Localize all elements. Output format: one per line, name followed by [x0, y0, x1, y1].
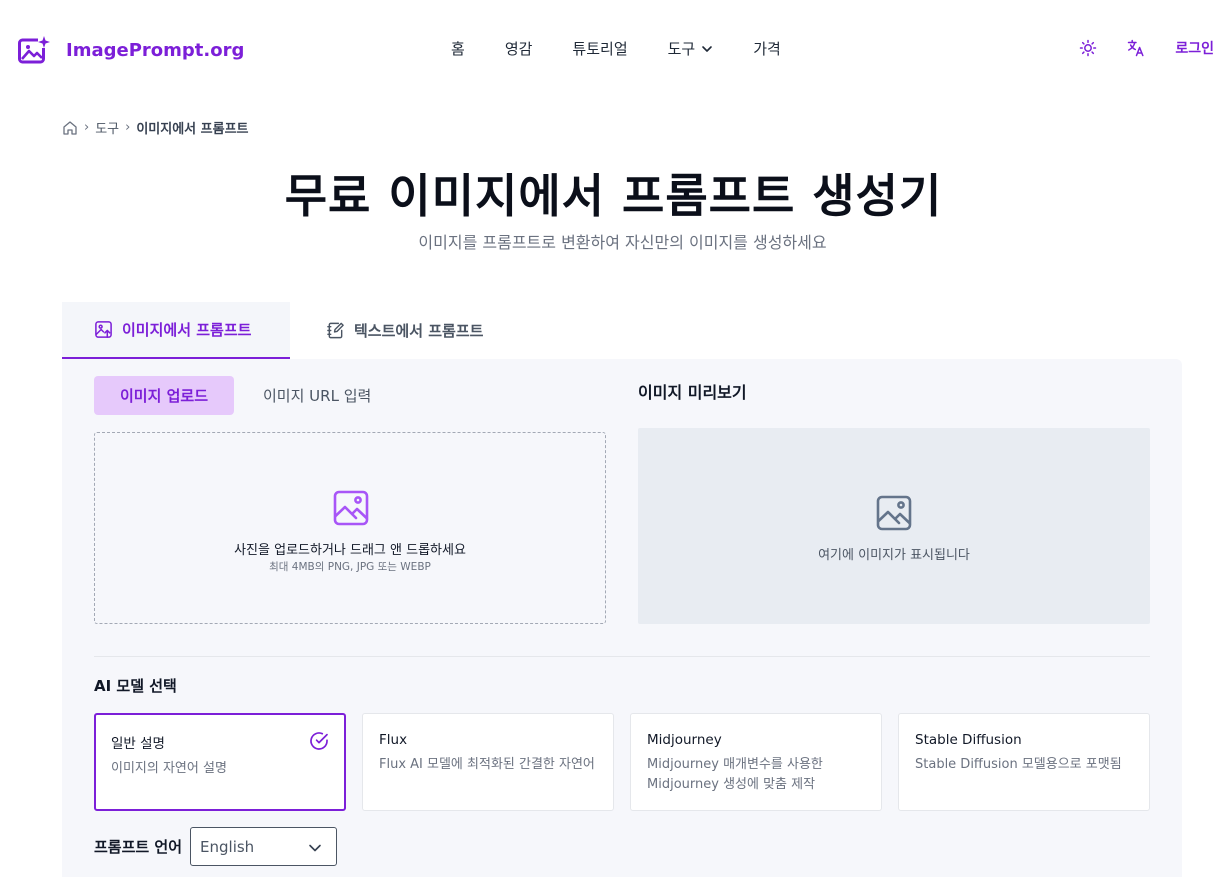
model-card-name: 일반 설명 [111, 736, 165, 752]
model-select-title: AI 모델 선택 [94, 677, 177, 695]
nav-home[interactable]: 홈 [451, 38, 465, 59]
upload-image-tab[interactable]: 이미지 업로드 [94, 376, 234, 415]
translate-icon[interactable] [1127, 39, 1145, 57]
model-card-description: Flux AI 모델에 최적화된 간결한 자연어 [379, 757, 595, 772]
nav-tools-label: 도구 [667, 40, 696, 58]
model-options: 일반 설명 이미지의 자연어 설명 Flux Flux AI 모델에 최적화된 … [94, 713, 1150, 811]
main-nav: 홈 영감 튜토리얼 도구 가격 [451, 38, 781, 59]
notebook-pen-icon [327, 322, 344, 339]
nav-inspiration[interactable]: 영감 [505, 38, 533, 59]
tool-panel: 이미지 업로드 이미지 URL 입력 사진을 업로드하거나 드래그 앤 드롭하세… [62, 359, 1182, 877]
preview-placeholder-text: 여기에 이미지가 표시됩니다 [818, 548, 970, 563]
chevron-down-icon [309, 844, 321, 852]
prompt-language-value: English [200, 837, 255, 856]
model-card-general[interactable]: 일반 설명 이미지의 자연어 설명 [94, 713, 346, 811]
image-url-tab[interactable]: 이미지 URL 입력 [263, 385, 371, 406]
login-button[interactable]: 로그인 [1175, 38, 1214, 58]
section-divider [94, 656, 1150, 657]
nav-pricing[interactable]: 가격 [753, 38, 781, 59]
preview-title: 이미지 미리보기 [638, 383, 747, 402]
page-title: 무료 이미지에서 프롬프트 생성기 [284, 169, 943, 223]
model-card-description: Midjourney 매개변수를 사용한 Midjourney 생성에 맞춤 제… [647, 757, 823, 792]
nav-tutorials[interactable]: 튜토리얼 [572, 38, 627, 59]
upload-dropzone[interactable]: 사진을 업로드하거나 드래그 앤 드롭하세요 최대 4MB의 PNG, JPG … [94, 432, 606, 624]
image-icon [333, 490, 369, 526]
header-actions: 로그인 [1079, 38, 1214, 58]
model-card-name: Stable Diffusion [915, 732, 1022, 748]
model-card-stable-diffusion[interactable]: Stable Diffusion Stable Diffusion 모델용으로 … [898, 713, 1150, 811]
sun-icon[interactable] [1079, 39, 1097, 57]
model-card-name: Flux [379, 732, 408, 748]
tab-text-to-prompt[interactable]: 텍스트에서 프롬프트 [326, 302, 483, 359]
brand-logo[interactable]: ImagePrompt.org [18, 35, 244, 65]
check-circle-icon [310, 732, 328, 750]
top-header: ImagePrompt.org 홈 영감 튜토리얼 도구 가격 로그인 [0, 0, 1227, 98]
page-subtitle: 이미지를 프롬프트로 변환하여 자신만의 이미지를 생성하세요 [418, 233, 827, 252]
model-card-description: 이미지의 자연어 설명 [111, 761, 227, 776]
model-card-description: Stable Diffusion 모델용으로 포맷됨 [915, 757, 1122, 772]
breadcrumb-separator: › [125, 120, 131, 135]
prompt-language-label: 프롬프트 언어 [94, 838, 183, 856]
breadcrumb: › 도구 › 이미지에서 프롬프트 [62, 118, 249, 137]
upload-mode-tabs: 이미지 업로드 이미지 URL 입력 [94, 376, 371, 415]
image-upload-icon [95, 321, 112, 338]
breadcrumb-tools[interactable]: 도구 [95, 118, 119, 137]
prompt-language-select[interactable]: English [190, 827, 338, 866]
breadcrumb-current: 이미지에서 프롬프트 [136, 122, 249, 137]
dropzone-file-hint: 최대 4MB의 PNG, JPG 또는 WEBP [269, 561, 431, 573]
dropzone-instructions: 사진을 업로드하거나 드래그 앤 드롭하세요 [234, 543, 466, 558]
model-card-midjourney[interactable]: Midjourney Midjourney 매개변수를 사용한 Midjourn… [630, 713, 882, 811]
breadcrumb-separator: › [84, 120, 90, 135]
model-card-flux[interactable]: Flux Flux AI 모델에 최적화된 간결한 자연어 [362, 713, 614, 811]
model-card-name: Midjourney [647, 732, 722, 748]
brand-name: ImagePrompt.org [66, 39, 245, 61]
tab-text-to-prompt-label: 텍스트에서 프롬프트 [354, 322, 484, 340]
chevron-down-icon [702, 45, 713, 52]
mode-tabs: 이미지에서 프롬프트 텍스트에서 프롬프트 [62, 302, 1182, 359]
image-sparkle-icon [18, 36, 50, 64]
image-preview-area: 여기에 이미지가 표시됩니다 [638, 428, 1150, 624]
nav-tools[interactable]: 도구 [668, 38, 714, 59]
prompt-language-row: 프롬프트 언어 English [94, 827, 338, 866]
image-placeholder-icon [876, 495, 912, 531]
tab-image-to-prompt[interactable]: 이미지에서 프롬프트 [62, 302, 290, 359]
tab-image-to-prompt-label: 이미지에서 프롬프트 [122, 321, 252, 339]
home-icon[interactable] [62, 120, 78, 136]
